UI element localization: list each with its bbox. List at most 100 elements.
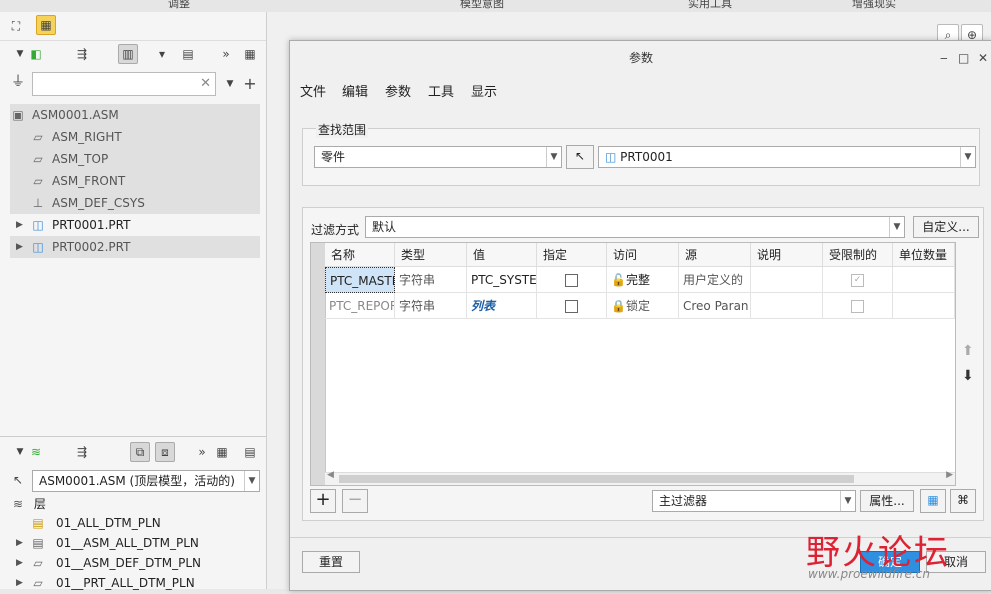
layer-hide-icon[interactable]: ⧈ [155,442,175,462]
dropdown-arrow-icon[interactable]: ▼ [889,217,904,237]
designate-checkbox[interactable] [565,300,578,313]
table-row-description[interactable] [751,293,823,319]
more-icon[interactable]: » [192,442,212,462]
table-row-description[interactable] [751,267,823,293]
expand-arrow-icon[interactable]: ▶ [16,552,23,574]
tree-options-icon[interactable]: ▦ [240,44,260,64]
tree-item-asm0001[interactable]: ▣ ASM0001.ASM [10,104,260,126]
table-row-access[interactable]: 🔒锁定 [607,293,679,319]
dropdown-arrow-icon[interactable]: ▼ [960,147,975,167]
col-restricted[interactable]: 受限制的 [823,243,893,267]
clear-icon[interactable]: ✕ [200,76,211,91]
move-up-icon[interactable]: ⬆ [962,343,974,359]
remove-parameter-button[interactable]: − [342,489,368,513]
datum-plane-icon: ▱ [33,130,43,144]
tree-item-asm-def-csys[interactable]: ⊥ ASM_DEF_CSYS [10,192,260,214]
add-parameter-button[interactable]: + [310,489,336,513]
move-down-icon[interactable]: ⬇ [962,368,974,384]
table-row-designate[interactable] [537,267,607,293]
folder-browser-icon[interactable]: ▦ [36,15,56,35]
scrollbar-thumb[interactable] [339,475,854,483]
find-button[interactable]: ⌘ [950,489,976,513]
expand-arrow-icon[interactable]: ▶ [16,214,23,236]
col-unit-quantity[interactable]: 单位数量 [893,243,955,267]
ribbon-tab-ar[interactable]: 增强现实 [852,0,896,11]
col-source[interactable]: 源 [679,243,751,267]
reset-button[interactable]: 重置 [302,551,360,573]
layer-item[interactable]: ▶ ▤ 01__ASM_ALL_DTM_PLN [10,532,260,554]
layer-settings-icon[interactable]: ⇶ [72,442,92,462]
tree-columns-icon[interactable]: ▥ [118,44,138,64]
tree-display-icon[interactable]: ▤ [178,44,198,64]
select-object-button[interactable]: ↖ [566,145,594,169]
properties-button[interactable]: 属性... [860,490,914,512]
layer-item[interactable]: ▶ ▱ 01__ASM_DEF_DTM_PLN [10,552,260,574]
more-icon[interactable]: » [216,44,236,64]
table-row-unit[interactable] [893,293,955,319]
model-tree-icon[interactable]: ◧ [26,44,46,64]
designate-checkbox[interactable] [565,274,578,287]
select-arrow-icon[interactable]: ↖ [8,470,28,490]
tree-filter-icon[interactable]: ▾ [152,44,172,64]
col-value[interactable]: 值 [467,243,537,267]
dropdown-arrow-icon[interactable]: ▼ [840,491,855,511]
model-tree-tab-icon[interactable]: ⛶ [6,16,26,36]
layer-model-select[interactable]: ASM0001.ASM (顶层模型，活动的) ▼ [32,470,260,492]
close-icon[interactable]: ✕ [978,51,988,65]
ribbon-tab-adjust[interactable]: 调整 [168,0,190,11]
table-row-designate[interactable] [537,293,607,319]
maximize-icon[interactable]: □ [958,51,969,65]
horizontal-scrollbar[interactable]: ◀ ▶ [325,470,955,485]
table-row-name[interactable]: PTC_REPOR [325,293,395,319]
tree-item-asm-front[interactable]: ▱ ASM_FRONT [10,170,260,192]
add-icon[interactable]: + [240,74,260,94]
tree-item-asm-top[interactable]: ▱ ASM_TOP [10,148,260,170]
tree-item-asm-right[interactable]: ▱ ASM_RIGHT [10,126,260,148]
expand-arrow-icon[interactable]: ▶ [16,572,23,594]
search-dropdown-icon[interactable]: ▼ [220,74,240,94]
menu-parameters[interactable]: 参数 [385,81,411,100]
menu-display[interactable]: 显示 [471,81,497,100]
ribbon-tab-utilities[interactable]: 实用工具 [688,0,732,11]
expand-arrow-icon[interactable]: ▶ [16,236,23,258]
layer-item[interactable]: ▶ ▱ 01__PRT_ALL_DTM_PLN [10,572,260,594]
menu-file[interactable]: 文件 [300,81,326,100]
table-row-access[interactable]: 🔓完整 [607,267,679,293]
layer-stack-icon[interactable]: ≋ [26,442,46,462]
col-designate[interactable]: 指定 [537,243,607,267]
tree-item-prt0002[interactable]: ▶ ◫ PRT0002.PRT [10,236,260,258]
col-description[interactable]: 说明 [751,243,823,267]
menu-edit[interactable]: 编辑 [342,81,368,100]
col-type[interactable]: 类型 [395,243,467,267]
col-name[interactable]: 名称 [325,243,395,267]
scope-type-select[interactable]: 零件 ▼ [314,146,562,168]
minimize-icon[interactable]: ‒ [940,51,948,65]
ribbon-tab-model-intent[interactable]: 模型意图 [460,0,504,11]
tree-item-prt0001[interactable]: ▶ ◫ PRT0001.PRT [10,214,260,236]
filter-select[interactable]: 默认 ▼ [365,216,905,238]
funnel-icon[interactable]: ⏚ [8,72,28,92]
col-access[interactable]: 访问 [607,243,679,267]
scroll-right-icon[interactable]: ▶ [946,470,953,480]
tree-settings-icon[interactable]: ⇶ [72,44,92,64]
main-filter-select[interactable]: 主过滤器 ▼ [652,490,856,512]
layer-info-icon[interactable]: ▤ [240,442,260,462]
table-row-type[interactable]: 字符串 [395,293,467,319]
table-row-name[interactable]: PTC_MASTE [325,267,395,293]
expand-arrow-icon[interactable]: ▶ [16,532,23,554]
table-row-value[interactable]: PTC_SYSTE [467,267,537,293]
table-row-type[interactable]: 字符串 [395,267,467,293]
dropdown-arrow-icon[interactable]: ▼ [546,147,561,167]
customize-button[interactable]: 自定义... [913,216,979,238]
table-row-value[interactable]: 列表 [467,293,537,319]
scope-object-select[interactable]: ◫ PRT0001 ▼ [598,146,976,168]
layer-options-icon[interactable]: ▦ [212,442,232,462]
layer-item[interactable]: ▤ 01_ALL_DTM_PLN [10,512,260,534]
table-view-button[interactable]: ▦ [920,489,946,513]
table-row-unit[interactable] [893,267,955,293]
menu-tools[interactable]: 工具 [428,81,454,100]
scroll-left-icon[interactable]: ◀ [327,470,334,480]
tree-search-input[interactable]: ✕ [32,72,216,96]
dropdown-arrow-icon[interactable]: ▼ [244,471,259,491]
layer-show-icon[interactable]: ⧉ [130,442,150,462]
